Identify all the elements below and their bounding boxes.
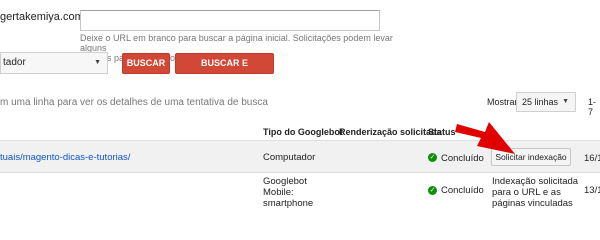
rows-per-page-select[interactable]: 25 linhas ▼ bbox=[516, 92, 576, 112]
arrow-shape bbox=[455, 122, 515, 154]
device-type-value: tador bbox=[3, 57, 26, 68]
row-url-link[interactable]: tuais/magento-dicas-e-tutorias/ bbox=[0, 152, 130, 163]
fetch-and-render-button[interactable]: BUSCAR E RENDERIZAR bbox=[175, 53, 274, 87]
action-line-3: páginas vinculadas bbox=[492, 198, 573, 209]
row-googlebot-type: Computador bbox=[263, 152, 316, 163]
pagination-range: 1-7 bbox=[588, 97, 597, 117]
device-type-select[interactable]: tador ▼ bbox=[0, 52, 108, 74]
helper-line-1: Deixe o URL em branco para buscar a pági… bbox=[80, 33, 393, 53]
url-path-input[interactable] bbox=[80, 10, 380, 31]
header-status: Status bbox=[428, 127, 456, 137]
red-arrow-annotation bbox=[455, 122, 515, 154]
action-line-1: Indexação solicitada bbox=[492, 176, 579, 187]
row-divider bbox=[0, 172, 600, 173]
fetch-button[interactable]: BUSCAR bbox=[122, 53, 170, 74]
row-date: 13/1 bbox=[584, 185, 600, 196]
chevron-down-icon: ▼ bbox=[562, 98, 569, 105]
rows-per-page-label: Mostrar bbox=[487, 97, 518, 107]
googlebot-line-1: Googlebot bbox=[263, 176, 307, 187]
header-googlebot-type: Tipo do Googlebot bbox=[263, 127, 343, 137]
rows-per-page-value: 25 linhas bbox=[522, 97, 559, 107]
indexing-requested-text: Indexação solicitada para o URL e as pág… bbox=[492, 176, 578, 209]
chevron-down-icon: ▼ bbox=[94, 59, 101, 66]
action-line-2: para o URL e as bbox=[492, 187, 561, 198]
check-circle-icon: ✓ bbox=[428, 186, 437, 195]
header-render-requested: Renderização solicitada bbox=[339, 127, 442, 137]
check-circle-icon: ✓ bbox=[428, 153, 437, 162]
googlebot-line-2: Mobile: bbox=[263, 187, 294, 198]
googlebot-line-3: smartphone bbox=[263, 198, 314, 209]
row-date: 16/1 bbox=[584, 153, 600, 164]
row-status: Concluído bbox=[441, 185, 484, 196]
row-googlebot-type: Googlebot Mobile: smartphone bbox=[263, 176, 313, 209]
table-hint-text: m uma linha para ver os detalhes de uma … bbox=[0, 97, 268, 108]
